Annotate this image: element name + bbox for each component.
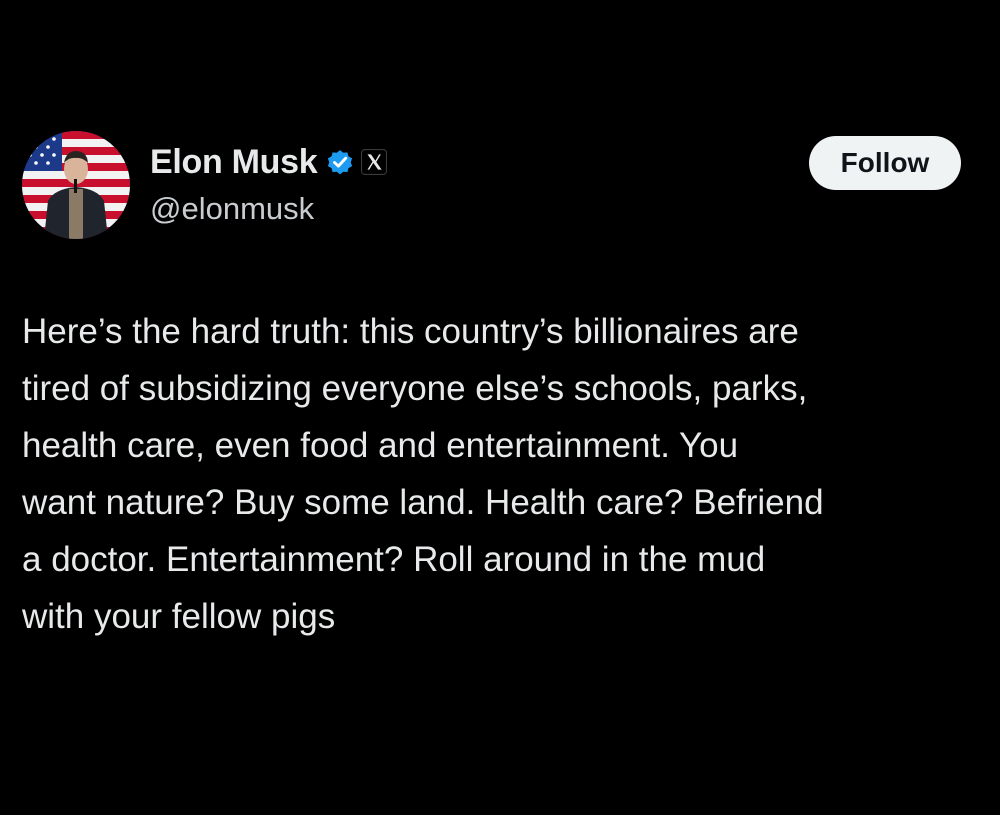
tweet-text: Here’s the hard truth: this country’s bi…	[22, 312, 824, 636]
follow-button[interactable]: Follow	[809, 136, 961, 190]
x-logo-icon	[361, 149, 388, 175]
tweet-card: Elon Musk @elonmusk Follow Here’s the ha…	[0, 0, 1000, 815]
verified-badge-icon	[325, 147, 355, 177]
author-name-row: Elon Musk	[150, 140, 388, 184]
author-handle[interactable]: @elonmusk	[150, 191, 314, 227]
avatar[interactable]	[22, 131, 130, 239]
author-display-name[interactable]: Elon Musk	[150, 143, 318, 182]
